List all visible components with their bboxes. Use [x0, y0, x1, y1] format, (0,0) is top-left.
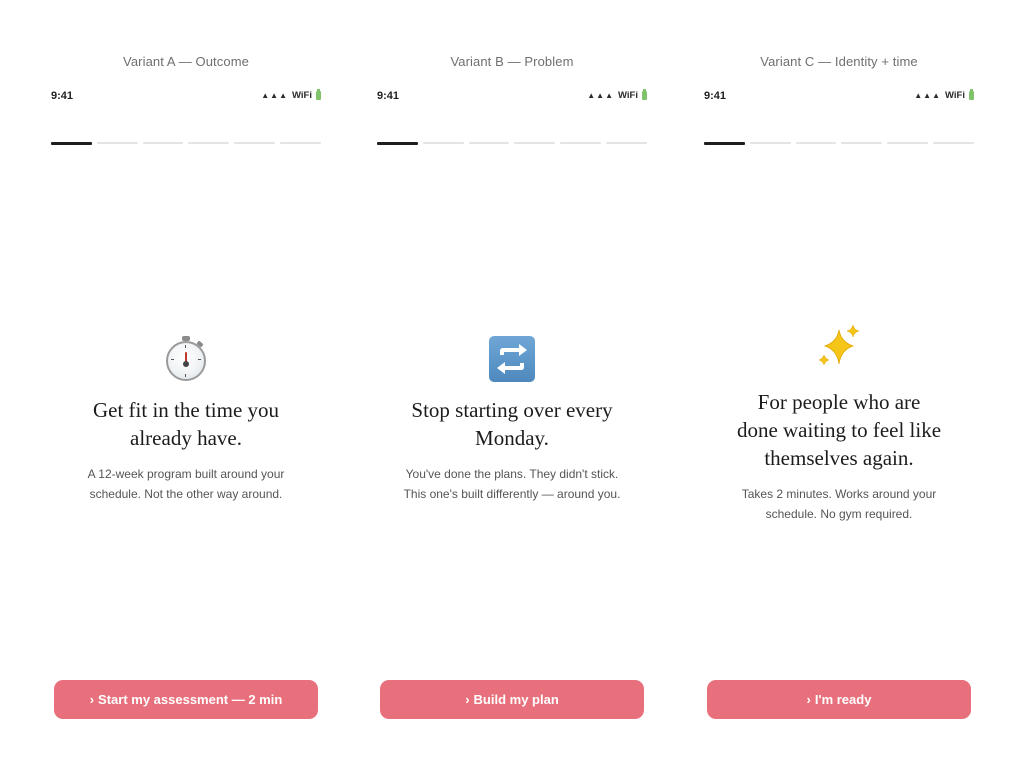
headline: For people who are done waiting to feel … [704, 388, 974, 472]
progress-bar [377, 141, 647, 145]
subtext-line: You've done the plans. They didn't stick… [405, 467, 619, 481]
progress-step-2 [749, 142, 791, 144]
subtext-line: Takes 2 minutes. Works around your [741, 487, 937, 501]
headline-line: Stop starting over every [411, 398, 613, 422]
cta-label: Build my plan [473, 692, 559, 707]
wifi-label: WiFi [292, 90, 312, 101]
status-bar: 9:41 ▲▲▲ WiFi [51, 89, 321, 104]
status-time: 9:41 [51, 90, 74, 102]
status-time: 9:41 [704, 90, 727, 102]
status-bar: 9:41 ▲▲▲ WiFi [704, 89, 974, 104]
progress-step-2 [96, 142, 138, 144]
start-assessment-button[interactable]: › Start my assessment — 2 min [54, 680, 318, 719]
battery-icon [969, 89, 974, 100]
progress-step-6 [280, 142, 321, 144]
variant-label: Variant A — Outcome [123, 54, 249, 69]
signal-icon: ▲▲▲ [261, 91, 289, 100]
signal-icon: ▲▲▲ [914, 91, 942, 100]
subtext: You've done the plans. They didn't stick… [377, 464, 647, 504]
progress-step-6 [606, 142, 647, 144]
cta-label: Start my assessment — 2 min [98, 692, 283, 707]
variant-c-screen: Variant C — Identity + time 9:41 ▲▲▲ WiF… [704, 0, 974, 776]
status-bar: 9:41 ▲▲▲ WiFi [377, 89, 647, 104]
hero-content: Stop starting over every Monday. You've … [377, 336, 647, 504]
progress-step-6 [933, 142, 974, 144]
progress-step-5 [887, 142, 929, 144]
chevron-right-icon: › [806, 692, 811, 707]
progress-step-3 [468, 142, 510, 144]
progress-step-5 [234, 142, 276, 144]
progress-step-1 [704, 141, 745, 145]
headline-line: already have. [130, 426, 242, 450]
headline-line: Monday. [475, 426, 549, 450]
subtext: A 12-week program built around your sche… [51, 464, 321, 504]
subtext-line: A 12-week program built around your [87, 467, 285, 481]
hero-content: For people who are done waiting to feel … [704, 322, 974, 524]
headline-line: themselves again. [764, 446, 914, 470]
headline: Stop starting over every Monday. [377, 396, 647, 452]
wifi-label: WiFi [618, 90, 638, 101]
subtext-line: This one's built differently — around yo… [403, 487, 621, 501]
headline: Get fit in the time you already have. [51, 396, 321, 452]
battery-icon [642, 89, 647, 100]
status-time: 9:41 [377, 90, 400, 102]
subtext-line: schedule. Not the other way around. [89, 487, 283, 501]
hero-content: Get fit in the time you already have. A … [51, 336, 321, 504]
variant-label: Variant C — Identity + time [760, 54, 918, 69]
progress-step-2 [422, 142, 464, 144]
variant-label: Variant B — Problem [450, 54, 574, 69]
wifi-label: WiFi [945, 90, 965, 101]
progress-bar [704, 141, 974, 145]
headline-line: Get fit in the time you [92, 398, 280, 422]
progress-step-3 [142, 142, 184, 144]
progress-step-5 [560, 142, 602, 144]
signal-icon: ▲▲▲ [587, 91, 615, 100]
progress-step-1 [51, 141, 92, 145]
build-plan-button[interactable]: › Build my plan [380, 680, 644, 719]
progress-bar [51, 141, 321, 145]
headline-line: For people who are [757, 390, 921, 414]
subtext: Takes 2 minutes. Works around your sched… [704, 484, 974, 524]
variant-a-screen: Variant A — Outcome 9:41 ▲▲▲ WiFi Get fi… [51, 0, 321, 776]
status-icons: ▲▲▲ WiFi [587, 89, 647, 101]
cta-label: I'm ready [814, 692, 872, 707]
status-icons: ▲▲▲ WiFi [914, 89, 974, 101]
progress-step-4 [514, 142, 556, 144]
sparkles-icon [815, 322, 863, 370]
chevron-right-icon: › [465, 692, 470, 707]
subtext-line: schedule. No gym required. [765, 507, 913, 521]
im-ready-button[interactable]: › I'm ready [707, 680, 971, 719]
progress-step-4 [841, 142, 883, 144]
status-icons: ▲▲▲ WiFi [261, 89, 321, 101]
progress-step-1 [377, 141, 418, 145]
variant-comparison-board: Variant A — Outcome 9:41 ▲▲▲ WiFi Get fi… [0, 0, 1024, 776]
variant-b-screen: Variant B — Problem 9:41 ▲▲▲ WiFi Stop s… [377, 0, 647, 776]
battery-icon [316, 89, 321, 100]
repeat-icon [489, 336, 535, 382]
chevron-right-icon: › [89, 692, 95, 707]
progress-step-3 [795, 142, 837, 144]
progress-step-4 [188, 142, 230, 144]
stopwatch-icon [166, 336, 206, 382]
headline-line: done waiting to feel like [736, 418, 942, 442]
